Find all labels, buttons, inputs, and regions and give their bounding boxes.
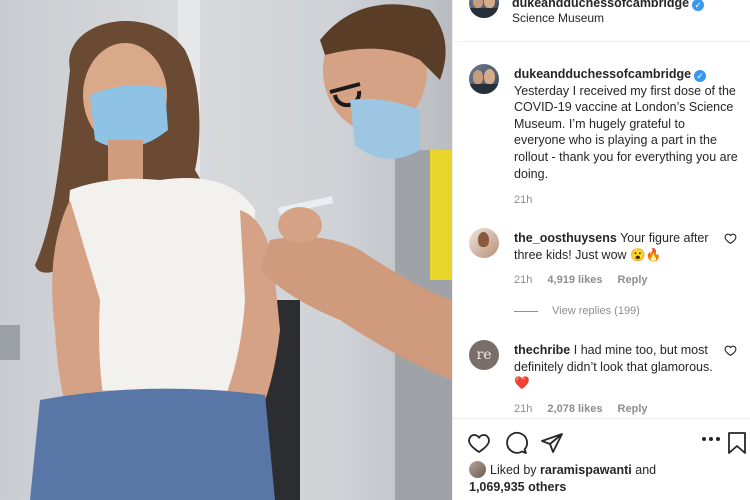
comment-time[interactable]: 21h — [514, 403, 532, 415]
liked-by-prefix: Liked by — [490, 463, 537, 477]
post-side-panel: dukeandduchessofcambridge ✓ Science Museu… — [452, 0, 750, 500]
header-location[interactable]: Science Museum — [512, 11, 604, 25]
comment-item: the_oosthuysens Your figure after three … — [469, 228, 750, 328]
verified-badge-icon: ✓ — [692, 0, 705, 11]
more-icon[interactable] — [699, 427, 723, 451]
caption-avatar[interactable] — [469, 64, 499, 94]
comment-avatar[interactable]: re — [469, 340, 499, 370]
comment-like-heart-icon[interactable] — [724, 344, 737, 357]
comment-likes[interactable]: 2,078 likes — [547, 403, 602, 415]
caption-time: 21h — [514, 194, 533, 207]
liked-by-conj: and — [635, 463, 657, 477]
comment-like-heart-icon[interactable] — [724, 232, 737, 245]
reply-button[interactable]: Reply — [618, 274, 648, 286]
liked-by-user[interactable]: raramispawanti — [540, 463, 632, 477]
view-replies-line — [514, 310, 538, 312]
comment-username[interactable]: thechribe — [514, 343, 570, 357]
caption-username[interactable]: dukeandduchessofcambridge — [514, 67, 691, 81]
comment-icon[interactable] — [504, 431, 528, 455]
header-username[interactable]: dukeandduchessofcambridge — [512, 0, 689, 10]
header-avatar[interactable] — [469, 0, 499, 18]
photo-illustration — [0, 4, 452, 500]
caption-body: Yesterday I received my first dose of th… — [514, 83, 738, 181]
comment-avatar[interactable] — [469, 228, 499, 258]
comment-text: the_oosthuysens Your figure after three … — [514, 230, 724, 263]
comment-item: re thechribe I had mine too, but most de… — [469, 340, 750, 418]
post-photo[interactable] — [0, 0, 452, 500]
verified-badge-icon: ✓ — [694, 70, 707, 82]
comment-meta: 21h 2,078 likes Reply — [514, 403, 660, 415]
comment-username[interactable]: the_oosthuysens — [514, 231, 617, 245]
comment-meta: 21h 4,919 likes Reply — [514, 274, 660, 286]
heart-icon[interactable] — [467, 431, 491, 455]
post-actions-bar: Liked by raramispawanti and 1,069,935 ot… — [453, 418, 750, 500]
liked-by-count[interactable]: 1,069,935 others — [469, 480, 566, 494]
post-header: dukeandduchessofcambridge ✓ Science Museu… — [453, 0, 750, 42]
share-icon[interactable] — [540, 431, 564, 455]
view-replies-button[interactable]: View replies (199) — [514, 305, 640, 317]
caption-text: dukeandduchessofcambridge ✓ Yesterday I r… — [514, 66, 739, 209]
comment-likes[interactable]: 4,919 likes — [547, 274, 602, 286]
reply-button[interactable]: Reply — [618, 403, 648, 415]
comment-text: thechribe I had mine too, but most defin… — [514, 342, 724, 392]
view-replies-label[interactable]: View replies (199) — [552, 305, 640, 317]
bookmark-icon[interactable] — [725, 431, 749, 455]
likes-summary: Liked by raramispawanti and 1,069,935 ot… — [469, 461, 739, 496]
comment-time[interactable]: 21h — [514, 274, 532, 286]
liked-by-avatar[interactable] — [469, 461, 486, 478]
